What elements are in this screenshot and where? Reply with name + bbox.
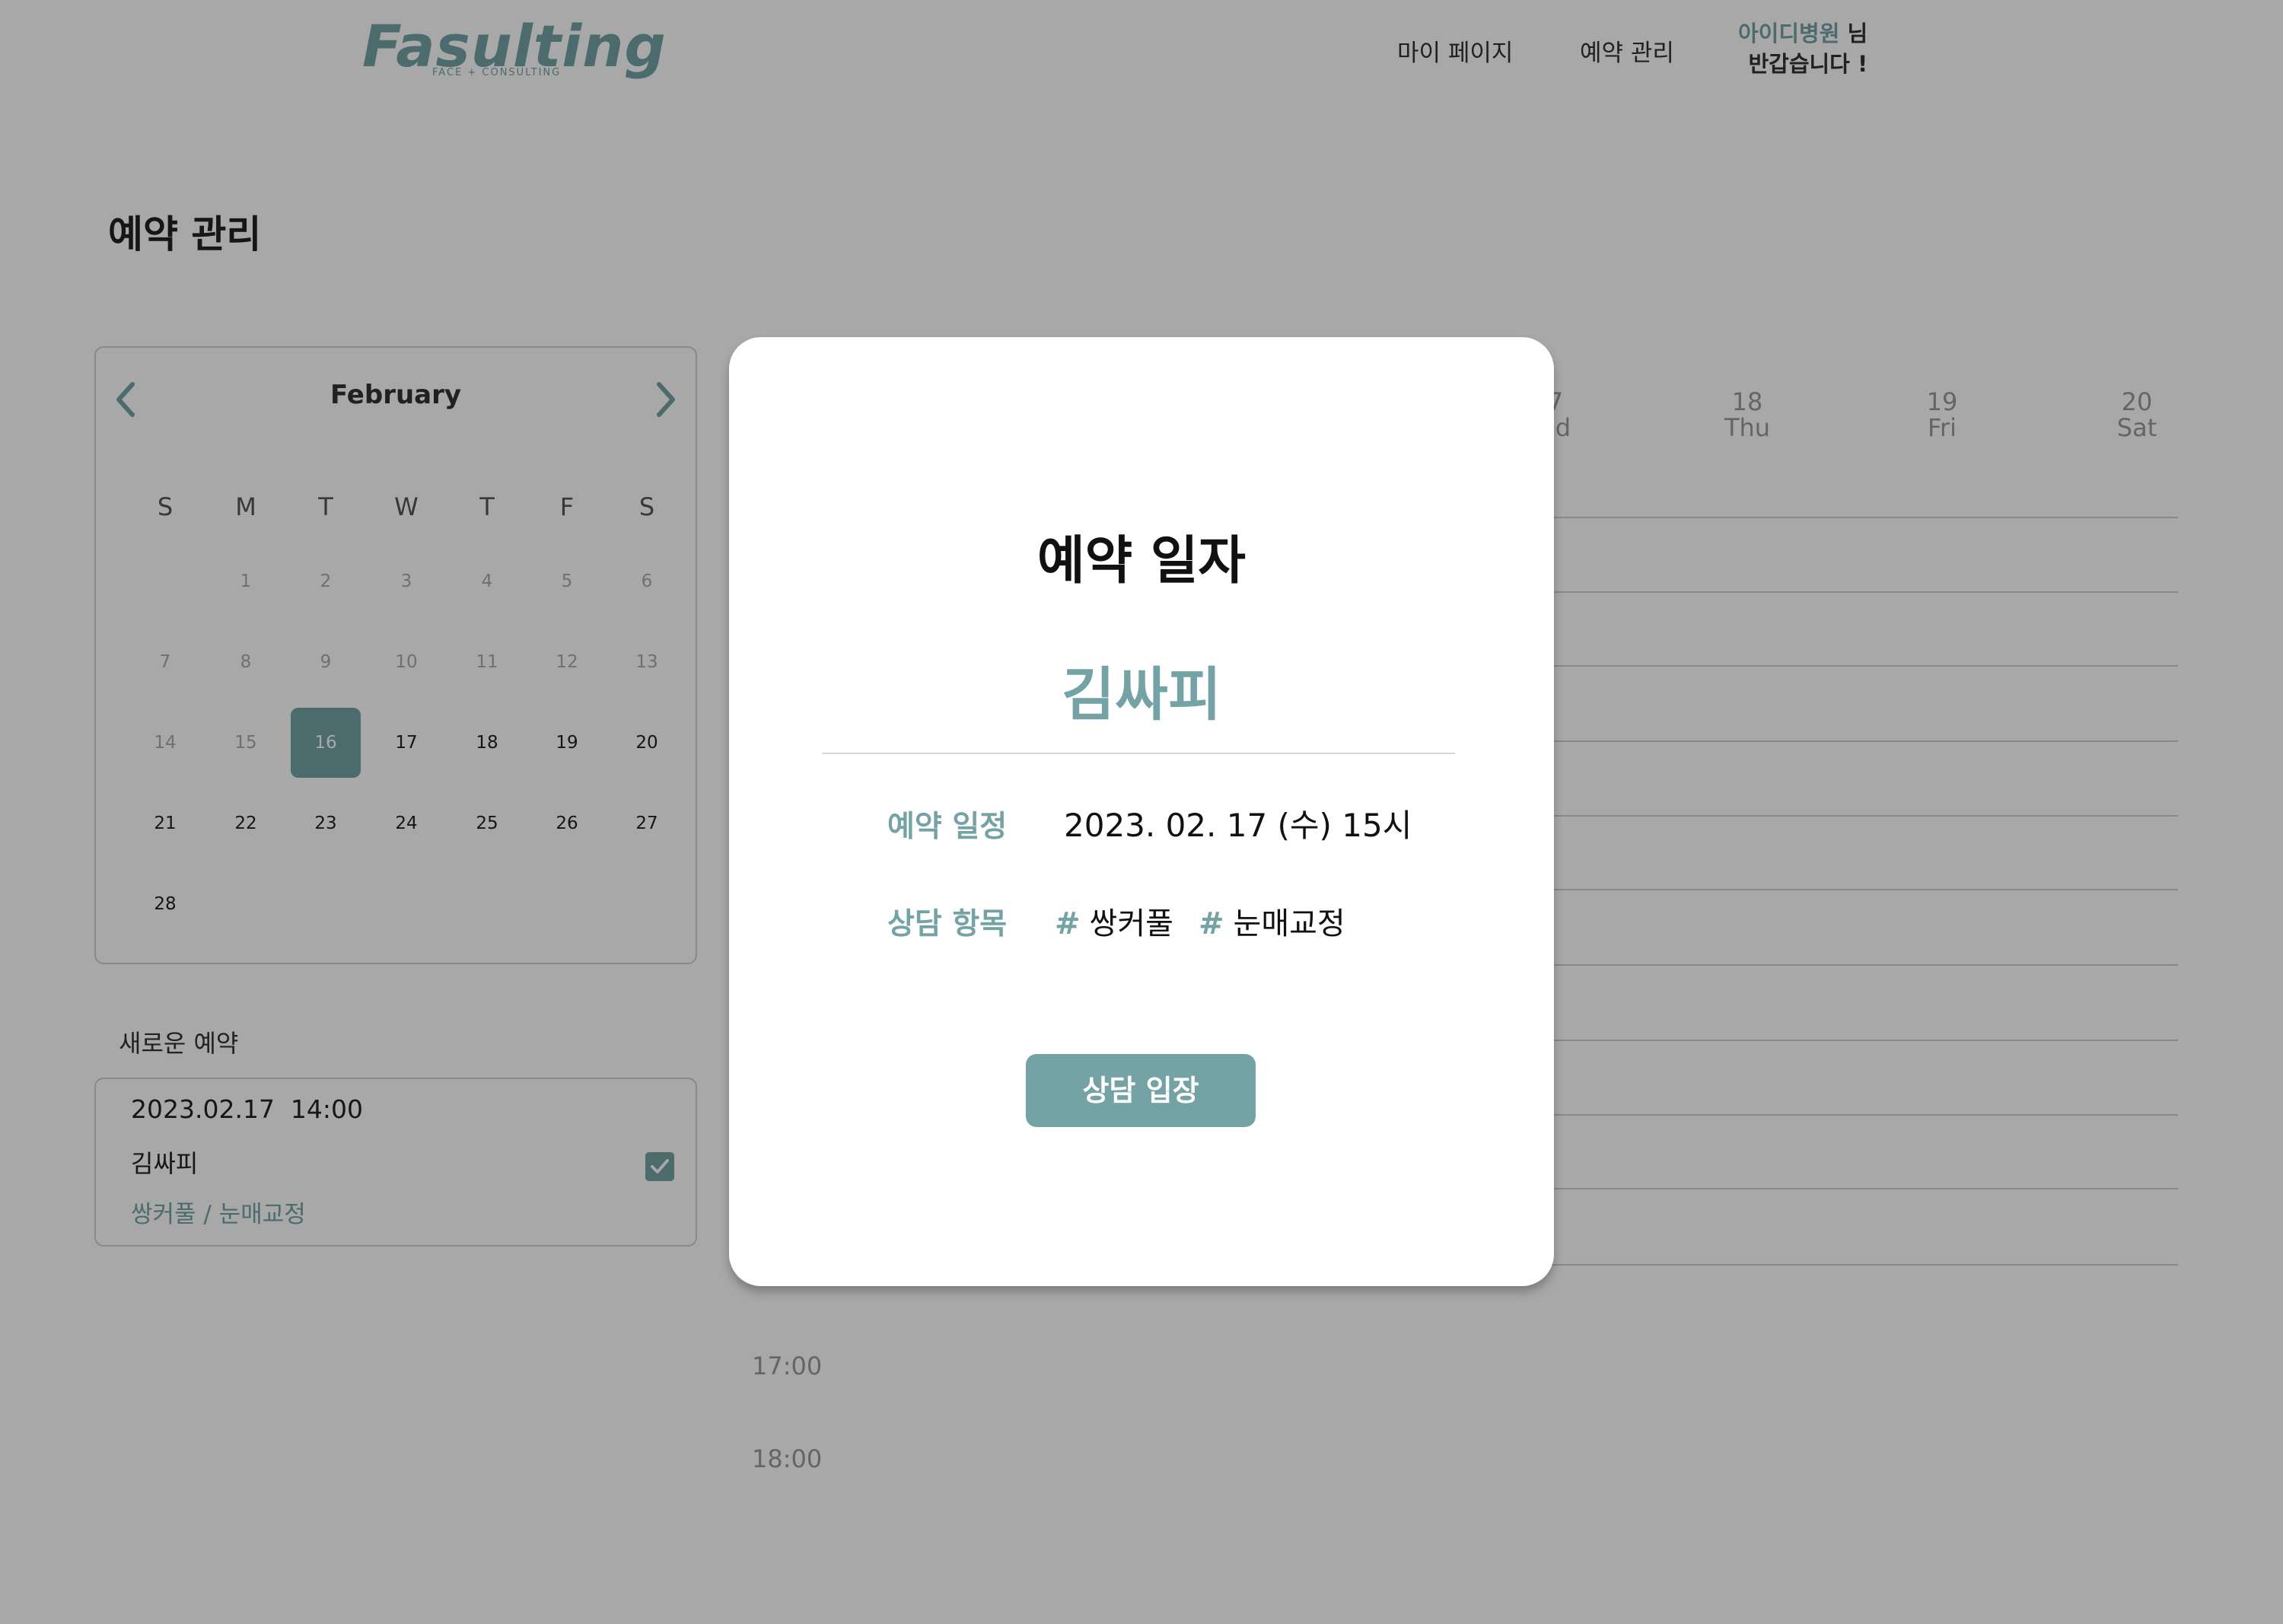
enter-consultation-button[interactable]: 상담 입장 bbox=[1026, 1054, 1256, 1127]
schedule-value: 2023. 02. 17 (수) 15시 bbox=[1064, 807, 1412, 844]
reservation-detail-modal: 예약 일자 김싸피 예약 일정 2023. 02. 17 (수) 15시 상담 … bbox=[729, 337, 1554, 1286]
schedule-label: 예약 일정 bbox=[887, 810, 1008, 844]
modal-client-name: 김싸피 bbox=[1062, 661, 1221, 728]
modal-title: 예약 일자 bbox=[1037, 531, 1246, 591]
topic-tag: # 눈매교정 bbox=[1199, 906, 1345, 941]
hash-icon: # bbox=[1199, 906, 1224, 941]
topic-tag: # 쌍커풀 bbox=[1055, 906, 1173, 941]
hash-icon: # bbox=[1055, 906, 1081, 941]
topic-label: 상담 항목 bbox=[887, 907, 1008, 941]
divider bbox=[822, 753, 1455, 754]
